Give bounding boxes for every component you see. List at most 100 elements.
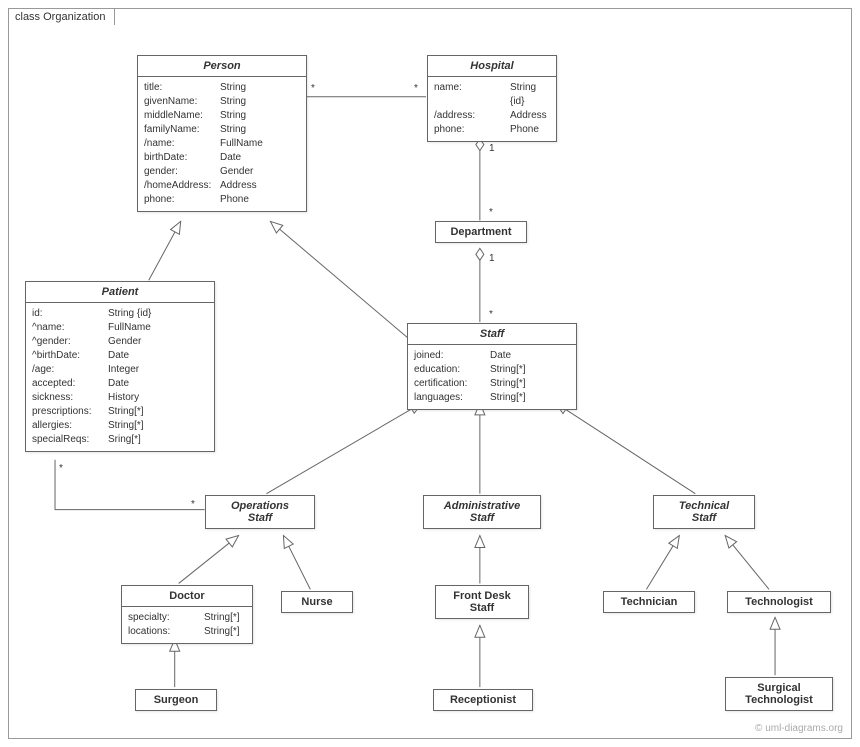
attribute-name: certification:: [414, 377, 486, 391]
class-name: Person: [138, 56, 306, 77]
class-hospital: Hospital name:String {id}/address:Addres…: [427, 55, 557, 142]
attribute-row: phone:Phone: [144, 193, 300, 207]
mult-dept-staff-bottom: *: [489, 309, 493, 320]
attribute-type: Date: [104, 349, 208, 363]
class-attrs: joined:Dateeducation:String[*]certificat…: [408, 345, 576, 409]
attribute-row: ^name:FullName: [32, 321, 208, 335]
attribute-name: /homeAddress:: [144, 179, 216, 193]
class-operations-staff: Operations Staff: [205, 495, 315, 529]
mult-hospital-dept-top: 1: [489, 143, 495, 154]
class-person: Person title:StringgivenName:Stringmiddl…: [137, 55, 307, 212]
class-doctor: Doctor specialty:String[*]locations:Stri…: [121, 585, 253, 644]
class-name: Technician: [604, 592, 694, 612]
attribute-type: String[*]: [104, 419, 208, 433]
attribute-name: familyName:: [144, 123, 216, 137]
class-technical-staff: Technical Staff: [653, 495, 755, 529]
class-name: Technologist: [728, 592, 830, 612]
attribute-name: givenName:: [144, 95, 216, 109]
class-department: Department: [435, 221, 527, 243]
attribute-type: FullName: [216, 137, 300, 151]
attribute-name: /name:: [144, 137, 216, 151]
class-name: Department: [436, 222, 526, 242]
attribute-name: ^gender:: [32, 335, 104, 349]
class-name: Patient: [26, 282, 214, 303]
attribute-row: allergies:String[*]: [32, 419, 208, 433]
frame-label-text: class Organization: [15, 11, 106, 23]
attribute-row: /age:Integer: [32, 363, 208, 377]
attribute-row: sickness:History: [32, 391, 208, 405]
attribute-name: languages:: [414, 391, 486, 405]
attribute-type: Integer: [104, 363, 208, 377]
attribute-name: /age:: [32, 363, 104, 377]
class-receptionist: Receptionist: [433, 689, 533, 711]
class-name: Receptionist: [434, 690, 532, 710]
attribute-row: title:String: [144, 81, 300, 95]
attribute-name: education:: [414, 363, 486, 377]
attribute-name: phone:: [434, 123, 506, 137]
class-technologist: Technologist: [727, 591, 831, 613]
class-name: Doctor: [122, 586, 252, 607]
class-name: Hospital: [428, 56, 556, 77]
attribute-row: middleName:String: [144, 109, 300, 123]
attribute-row: education:String[*]: [414, 363, 570, 377]
attribute-type: String: [216, 95, 300, 109]
attribute-name: ^birthDate:: [32, 349, 104, 363]
attribute-row: familyName:String: [144, 123, 300, 137]
class-administrative-staff: Administrative Staff: [423, 495, 541, 529]
class-name: Operations Staff: [206, 496, 314, 528]
class-attrs: specialty:String[*]locations:String[*]: [122, 607, 252, 643]
attribute-row: /homeAddress:Address: [144, 179, 300, 193]
class-name: Staff: [408, 324, 576, 345]
class-name: Administrative Staff: [424, 496, 540, 528]
attribute-name: accepted:: [32, 377, 104, 391]
attribute-type: Sring[*]: [104, 433, 208, 447]
class-front-desk-staff: Front Desk Staff: [435, 585, 529, 619]
attribute-row: specialty:String[*]: [128, 611, 246, 625]
attribute-type: String: [216, 123, 300, 137]
attribute-type: Address: [506, 109, 550, 123]
attribute-type: Phone: [506, 123, 550, 137]
attribute-name: locations:: [128, 625, 200, 639]
class-name: Surgical Technologist: [726, 678, 832, 710]
attribute-type: String: [216, 81, 300, 95]
attribute-name: birthDate:: [144, 151, 216, 165]
class-name: Surgeon: [136, 690, 216, 710]
attribute-type: Date: [216, 151, 300, 165]
attribute-type: String[*]: [486, 377, 570, 391]
attribute-type: FullName: [104, 321, 208, 335]
attribute-name: ^name:: [32, 321, 104, 335]
attribute-type: String: [216, 109, 300, 123]
attribute-name: middleName:: [144, 109, 216, 123]
attribute-row: certification:String[*]: [414, 377, 570, 391]
watermark: © uml-diagrams.org: [755, 723, 843, 734]
class-surgical-technologist: Surgical Technologist: [725, 677, 833, 711]
attribute-type: String[*]: [486, 363, 570, 377]
class-technician: Technician: [603, 591, 695, 613]
attribute-type: String[*]: [104, 405, 208, 419]
attribute-type: Phone: [216, 193, 300, 207]
attribute-type: String[*]: [200, 611, 246, 625]
mult-hospital-dept-bottom: *: [489, 207, 493, 218]
class-attrs: title:StringgivenName:StringmiddleName:S…: [138, 77, 306, 211]
mult-patient-ops-right: *: [191, 499, 195, 510]
attribute-row: birthDate:Date: [144, 151, 300, 165]
attribute-row: /name:FullName: [144, 137, 300, 151]
attribute-row: ^birthDate:Date: [32, 349, 208, 363]
attribute-name: phone:: [144, 193, 216, 207]
attribute-row: phone:Phone: [434, 123, 550, 137]
attribute-name: specialReqs:: [32, 433, 104, 447]
attribute-row: givenName:String: [144, 95, 300, 109]
attribute-type: String {id}: [506, 81, 550, 109]
attribute-name: sickness:: [32, 391, 104, 405]
class-surgeon: Surgeon: [135, 689, 217, 711]
attribute-name: name:: [434, 81, 506, 109]
attribute-name: id:: [32, 307, 104, 321]
attribute-row: accepted:Date: [32, 377, 208, 391]
class-name: Nurse: [282, 592, 352, 612]
class-attrs: name:String {id}/address:Addressphone:Ph…: [428, 77, 556, 141]
attribute-type: Gender: [104, 335, 208, 349]
attribute-name: specialty:: [128, 611, 200, 625]
attribute-row: locations:String[*]: [128, 625, 246, 639]
class-name: Front Desk Staff: [436, 586, 528, 618]
attribute-type: History: [104, 391, 208, 405]
